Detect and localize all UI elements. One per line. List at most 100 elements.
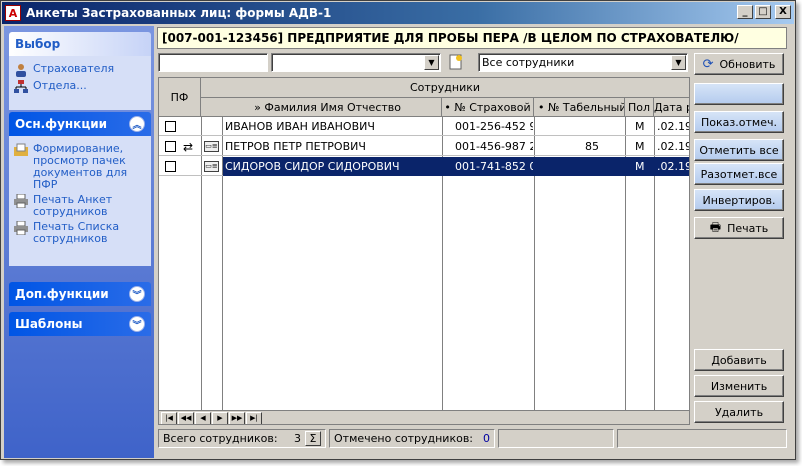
status-marked-label: Отмечено сотрудников: [334, 432, 474, 445]
employee-filter-select[interactable]: Все сотрудники ▼ [478, 53, 688, 72]
nav-next-button[interactable]: ▶ [212, 411, 228, 424]
nav-last-button[interactable]: ▶| [246, 411, 262, 424]
cell-birth: .02.196 [657, 120, 689, 133]
main-window: A Анкеты Застрахованных лиц: формы АДВ-1… [0, 0, 796, 460]
chevron-down-icon[interactable]: ▼ [424, 55, 439, 70]
link-icon: ⇄ [183, 139, 194, 154]
sidebar-item-label: Печать Списка сотрудников [33, 220, 120, 245]
panel-select-header[interactable]: Выбор [9, 32, 151, 56]
column-header-snils[interactable]: • № Страховой [442, 98, 534, 117]
cell-snils: 001-456-987 29 [455, 140, 533, 153]
search-input[interactable] [158, 53, 268, 72]
sidebar-item-label: Печать Анкет сотрудников [33, 193, 113, 218]
table-row-selected[interactable]: ▭≡ СИДОРОВ СИДОР СИДОРОВИЧ 001-741-852 0… [159, 157, 689, 176]
cell-birth: .02.195 [657, 140, 689, 153]
maximize-button[interactable]: □ [755, 5, 771, 19]
row-checkbox[interactable] [165, 141, 176, 152]
cell-snils: 001-741-852 08 [455, 160, 533, 173]
sidebar-item-form-packs[interactable]: Формирование, просмотр пачек документов … [13, 143, 147, 191]
column-group-header: Сотрудники [201, 78, 689, 98]
row-checkbox[interactable] [165, 121, 176, 132]
sidebar: Выбор Страхователя Отдела... Осн.функции… [4, 26, 154, 458]
nav-prev-page-button[interactable]: ◀◀ [178, 411, 194, 424]
new-doc-icon[interactable] [447, 53, 467, 72]
sidebar-item-label: Формирование, просмотр пачек документов … [33, 142, 128, 191]
card-icon[interactable]: ▭≡ [204, 157, 222, 176]
cell-tabnum [537, 157, 599, 176]
panel-title: Шаблоны [15, 317, 83, 331]
nav-next-page-button[interactable]: ▶▶ [229, 411, 245, 424]
row-checkbox[interactable] [165, 161, 176, 172]
table-row[interactable]: ⇄ ▭≡ ПЕТРОВ ПЕТР ПЕТРОВИЧ 001-456-987 29… [159, 137, 689, 156]
refresh-button[interactable]: ⟳ Обновить [694, 53, 784, 75]
minimize-button[interactable]: _ [737, 5, 753, 19]
folder-docs-icon [13, 143, 29, 157]
record-navigator: |◀ ◀◀ ◀ ▶ ▶▶ ▶| [159, 410, 689, 424]
chevron-down-icon[interactable]: ︾ [129, 286, 145, 302]
title-bar[interactable]: A Анкеты Застрахованных лиц: формы АДВ-1… [2, 2, 794, 24]
add-button[interactable]: Добавить [694, 349, 784, 371]
edit-button[interactable]: Изменить [694, 375, 784, 397]
printer-icon [13, 221, 29, 235]
status-total: Всего сотрудников: 3 Σ [158, 429, 326, 448]
nav-first-button[interactable]: |◀ [161, 411, 177, 424]
select-value: Все сотрудники [482, 56, 575, 69]
status-total-label: Всего сотрудников: [163, 432, 278, 445]
chevron-down-icon[interactable]: ︾ [129, 316, 145, 332]
panel-title: Выбор [15, 37, 61, 51]
app-icon: A [5, 5, 21, 21]
sum-button[interactable]: Σ [305, 431, 321, 446]
org-tree-icon [13, 80, 29, 94]
cell-sex: М [635, 120, 645, 133]
delete-button[interactable]: Удалить [694, 401, 784, 423]
panel-title: Доп.функции [15, 287, 109, 301]
cell-birth: .02.195 [657, 160, 689, 173]
employer-header: [007-001-123456] ПРЕДПРИЯТИЕ ДЛЯ ПРОБЫ П… [157, 27, 787, 49]
sidebar-item-label: Отдела... [33, 79, 87, 92]
panel-extra-functions: Доп.функции ︾ [9, 282, 151, 306]
person-icon [13, 63, 29, 77]
panel-title: Осн.функции [15, 117, 108, 131]
cell-name: СИДОРОВ СИДОР СИДОРОВИЧ [225, 160, 400, 173]
refresh-icon: ⟳ [702, 56, 714, 72]
cell-name: ПЕТРОВ ПЕТР ПЕТРОВИЧ [225, 140, 366, 153]
card-icon[interactable]: ▭≡ [204, 137, 222, 156]
employee-table[interactable]: ПФ Сотрудники » Фамилия Имя Отчество • №… [158, 77, 690, 425]
button-label: Обновить [719, 57, 776, 71]
invert-button[interactable]: Инвертиров. [694, 189, 784, 211]
column-header-sex[interactable]: Пол [625, 98, 654, 117]
print-button[interactable]: 🖶 Печать [694, 217, 784, 239]
column-header-name[interactable]: » Фамилия Имя Отчество [201, 98, 442, 117]
sidebar-item-print-forms[interactable]: Печать Анкет сотрудников [13, 194, 147, 218]
department-combo[interactable]: ▼ [271, 53, 441, 72]
nav-prev-button[interactable]: ◀ [195, 411, 211, 424]
sidebar-item-label: Страхователя [33, 62, 115, 75]
cell-snils: 001-256-452 92 [455, 120, 533, 133]
mark-all-button[interactable]: Отметить все [694, 139, 784, 161]
close-button[interactable]: X [775, 5, 791, 19]
show-marked-button[interactable]: Показ.отмеч. [694, 111, 784, 133]
column-header-birth[interactable]: Дата рожд [654, 98, 689, 117]
status-marked: Отмечено сотрудников: 0 [329, 429, 495, 448]
sidebar-item-print-list[interactable]: Печать Списка сотрудников [13, 221, 147, 245]
blank-blue-button[interactable] [694, 83, 784, 105]
panel-extra-functions-header[interactable]: Доп.функции ︾ [9, 282, 151, 306]
cell-tabnum [537, 117, 599, 136]
panel-templates-header[interactable]: Шаблоны ︾ [9, 312, 151, 336]
panel-select: Выбор Страхователя Отдела... [9, 32, 151, 110]
sidebar-item-department[interactable]: Отдела... [13, 80, 147, 94]
chevron-down-icon[interactable]: ▼ [671, 55, 686, 70]
sidebar-item-employer[interactable]: Страхователя [13, 63, 147, 77]
window-title: Анкеты Застрахованных лиц: формы АДВ-1 [26, 6, 332, 20]
panel-main-functions-header[interactable]: Осн.функции ︽ [9, 112, 151, 136]
cell-sex: М [635, 140, 645, 153]
cell-tabnum: 85 [585, 140, 599, 153]
table-row[interactable]: ИВАНОВ ИВАН ИВАНОВИЧ 001-256-452 92 М .0… [159, 117, 689, 136]
panel-main-functions: Осн.функции ︽ Формирование, просмотр пач… [9, 112, 151, 266]
printer-icon: 🖶 [709, 219, 722, 234]
status-total-value: 3 [294, 432, 301, 445]
column-header-pf[interactable]: ПФ [159, 78, 201, 117]
chevron-up-icon[interactable]: ︽ [129, 116, 145, 132]
column-header-tabnum[interactable]: • № Табельный [534, 98, 625, 117]
unmark-all-button[interactable]: Разотмет.все [694, 163, 784, 185]
